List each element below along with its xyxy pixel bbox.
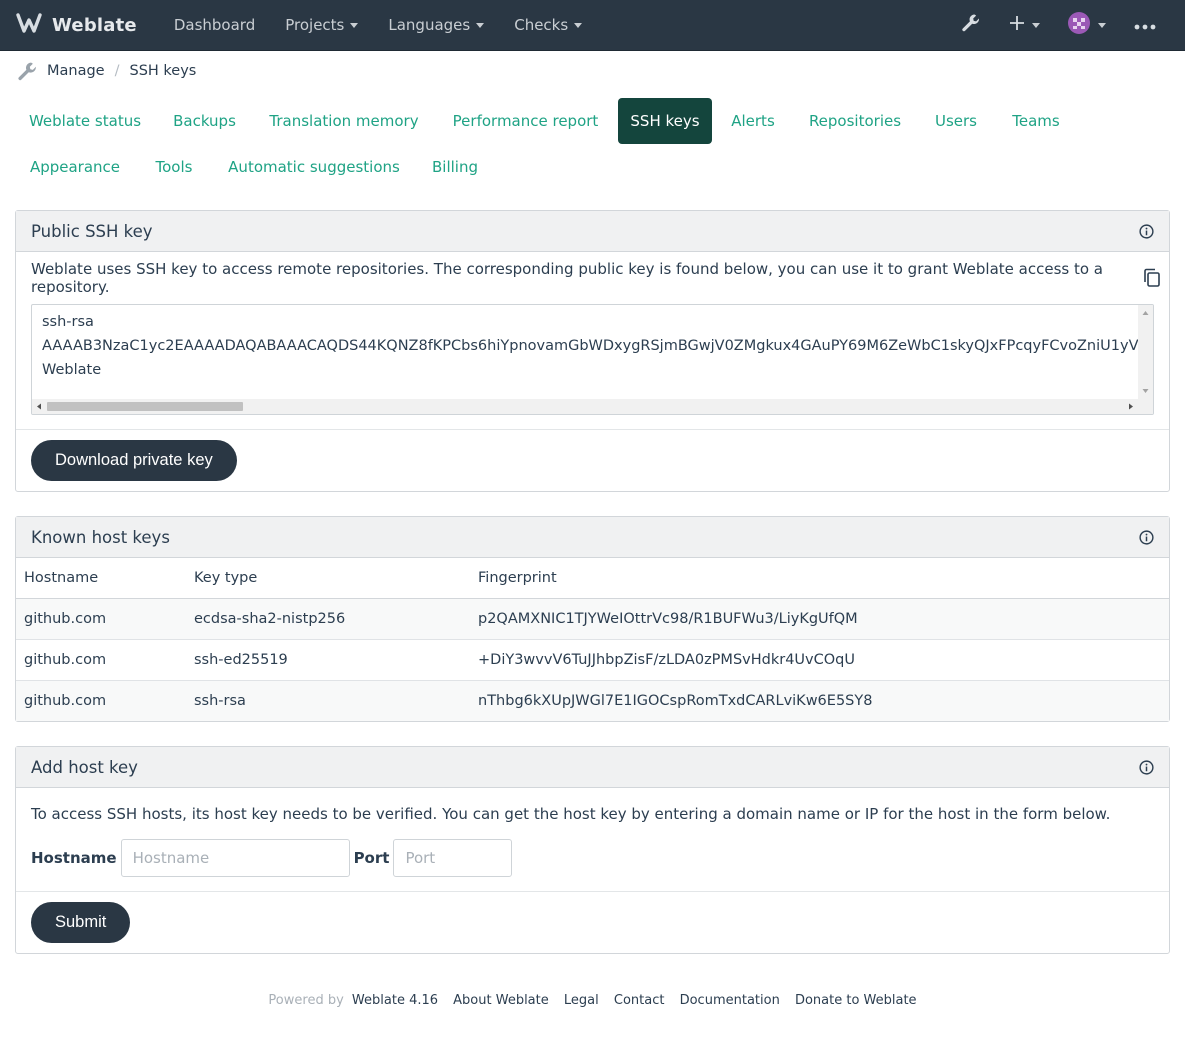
tab-teams[interactable]: Teams (996, 98, 1076, 144)
table-row: github.com ssh-ed25519 +DiY3wvvV6TuJJhbp… (16, 639, 1169, 681)
download-private-key-button[interactable]: Download private key (31, 440, 237, 481)
known-hosts-heading: Known host keys (16, 517, 1169, 558)
footer-documentation-link[interactable]: Documentation (680, 993, 780, 1008)
caret-down-icon (476, 22, 485, 28)
table-row: github.com ecdsa-sha2-nistp256 p2QAMXNIC… (16, 598, 1169, 640)
brand[interactable]: Weblate (15, 12, 137, 38)
wrench-icon (960, 12, 982, 38)
add-host-heading: Add host key (16, 747, 1169, 788)
public-key-panel: Public SSH key Weblate uses SSH key to a… (15, 210, 1170, 492)
cell-hostname: github.com (16, 680, 186, 721)
hostname-input[interactable] (120, 839, 350, 877)
column-header: Key type (186, 558, 470, 599)
known-hosts-table: Hostname Key type Fingerprint github.com… (16, 558, 1169, 721)
add-host-form: Hostname Port (31, 839, 1154, 877)
hostname-label: Hostname (31, 849, 117, 867)
plus-icon (1010, 16, 1024, 34)
nav-languages-label: Languages (388, 16, 471, 34)
tab-appearance[interactable]: Appearance (15, 144, 135, 190)
horizontal-scrollbar[interactable] (32, 399, 1153, 414)
weblate-logo-icon (15, 12, 43, 38)
cell-key-type: ssh-rsa (186, 680, 470, 721)
tab-alerts[interactable]: Alerts (716, 98, 790, 144)
tab-performance-report[interactable]: Performance report (437, 98, 614, 144)
cell-fingerprint: p2QAMXNIC1TJYWeIOttrVc98/R1BUFWu3/LiyKgU… (470, 598, 1169, 640)
public-key-textarea[interactable]: ssh-rsa AAAAB3NzaC1yc2EAAAADAQABAAACAQDS… (31, 304, 1154, 415)
info-icon[interactable] (1139, 759, 1154, 775)
port-input[interactable] (393, 839, 513, 877)
cell-fingerprint: nThbg6kXUpJWGl7E1IGOCspRomTxdCARLviKw6E5… (470, 680, 1169, 721)
caret-down-icon (350, 22, 359, 28)
info-icon[interactable] (1139, 223, 1154, 239)
powered-by-text: Powered by (268, 993, 344, 1008)
nav-dashboard-label: Dashboard (173, 16, 256, 34)
breadcrumb-manage[interactable]: Manage (47, 63, 105, 79)
add-host-description: To access SSH hosts, its host key needs … (31, 805, 1111, 823)
tab-billing[interactable]: Billing (418, 144, 492, 190)
add-menu-button[interactable] (996, 0, 1054, 51)
panel-title: Add host key (31, 757, 138, 777)
nav-projects-label: Projects (285, 16, 345, 34)
user-menu-button[interactable] (1054, 0, 1120, 51)
panel-title: Public SSH key (31, 221, 153, 241)
tab-weblate-status[interactable]: Weblate status (15, 98, 155, 144)
cell-key-type: ecdsa-sha2-nistp256 (186, 598, 470, 640)
tab-backups[interactable]: Backups (158, 98, 251, 144)
wrench-icon (16, 60, 39, 83)
more-icon (1134, 16, 1156, 34)
breadcrumb-current[interactable]: SSH keys (130, 63, 197, 79)
caret-down-icon (1032, 22, 1040, 28)
tab-repositories[interactable]: Repositories (794, 98, 916, 144)
scrollbar-thumb[interactable] (47, 402, 243, 411)
more-button[interactable] (1120, 0, 1170, 51)
nav-checks[interactable]: Checks (499, 0, 597, 51)
add-host-key-panel: Add host key To access SSH hosts, its ho… (15, 746, 1170, 954)
tab-users[interactable]: Users (920, 98, 992, 144)
tab-tools[interactable]: Tools (139, 144, 209, 190)
cell-hostname: github.com (16, 639, 186, 681)
tab-ssh-keys[interactable]: SSH keys (618, 98, 712, 144)
key-comment: Weblate (42, 362, 102, 378)
footer-about-link[interactable]: About Weblate (453, 993, 549, 1008)
tab-translation-memory[interactable]: Translation memory (255, 98, 433, 144)
known-host-keys-panel: Known host keys Hostname Key type Finger… (15, 516, 1170, 722)
cell-hostname: github.com (16, 598, 186, 640)
breadcrumb: Manage / SSH keys (0, 51, 1185, 91)
brand-name: Weblate (52, 14, 137, 36)
vertical-scrollbar[interactable] (1138, 305, 1153, 399)
submit-button[interactable]: Submit (31, 902, 131, 943)
caret-down-icon (574, 22, 583, 28)
cell-fingerprint: +DiY3wvvV6TuJJhbpZisF/zLDA0zPMSvHdkr4UvC… (470, 639, 1169, 681)
avatar (1068, 12, 1090, 38)
footer-legal-link[interactable]: Legal (564, 993, 599, 1008)
nav-languages[interactable]: Languages (373, 0, 499, 51)
column-header: Fingerprint (470, 558, 1169, 599)
nav-checks-label: Checks (514, 16, 569, 34)
tab-automatic-suggestions[interactable]: Automatic suggestions (214, 144, 414, 190)
panel-title: Known host keys (31, 527, 170, 547)
manage-button[interactable] (946, 0, 996, 51)
public-key-description: Weblate uses SSH key to access remote re… (31, 260, 1103, 296)
nav-dashboard[interactable]: Dashboard (159, 0, 270, 51)
info-icon[interactable] (1139, 529, 1154, 545)
table-row: github.com ssh-rsa nThbg6kXUpJWGl7E1IGOC… (16, 680, 1169, 721)
public-key-heading: Public SSH key (16, 211, 1169, 252)
copy-icon[interactable] (1143, 268, 1161, 288)
footer-contact-link[interactable]: Contact (614, 993, 665, 1008)
footer-donate-link[interactable]: Donate to Weblate (795, 993, 917, 1008)
page-footer: Powered by Weblate 4.16 About Weblate Le… (0, 993, 1185, 1008)
breadcrumb-separator: / (114, 63, 120, 79)
port-label: Port (353, 849, 390, 867)
key-type: ssh-rsa (42, 314, 94, 330)
key-value: AAAAB3NzaC1yc2EAAAADAQABAAACAQDS44KQNZ8f… (42, 338, 1138, 354)
footer-version-link[interactable]: Weblate 4.16 (352, 993, 438, 1008)
caret-down-icon (1098, 22, 1106, 28)
cell-key-type: ssh-ed25519 (186, 639, 470, 681)
column-header: Hostname (16, 558, 186, 599)
top-navbar: Weblate Dashboard Projects Languages Che… (0, 0, 1185, 51)
nav-projects[interactable]: Projects (270, 0, 373, 51)
